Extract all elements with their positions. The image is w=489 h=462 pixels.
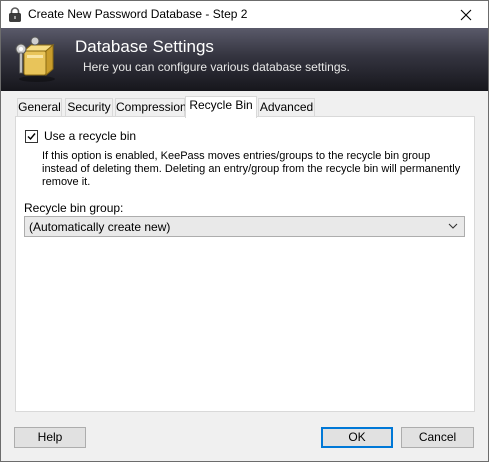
header-banner: Database Settings Here you can configure… (1, 28, 488, 91)
recycle-bin-description: If this option is enabled, KeePass moves… (42, 150, 461, 188)
tab-general[interactable]: General (17, 98, 62, 117)
banner-subtitle: Here you can configure various database … (83, 60, 350, 74)
recycle-bin-group-label: Recycle bin group: (24, 201, 124, 215)
dialog-window: Create New Password Database - Step 2 Da… (0, 0, 489, 462)
ok-button[interactable]: OK (321, 427, 393, 448)
recycle-bin-panel: Use a recycle bin If this option is enab… (15, 116, 475, 412)
recycle-bin-group-select[interactable]: (Automatically create new) (24, 216, 465, 237)
tab-security[interactable]: Security (65, 98, 113, 117)
window-title: Create New Password Database - Step 2 (28, 7, 248, 21)
padlock-icon (9, 7, 21, 22)
tab-advanced[interactable]: Advanced (258, 98, 315, 117)
cancel-button[interactable]: Cancel (401, 427, 474, 448)
title-bar: Create New Password Database - Step 2 (1, 1, 488, 28)
close-button[interactable] (443, 1, 488, 28)
chevron-down-icon (448, 223, 458, 229)
recycle-bin-group-value: (Automatically create new) (29, 219, 171, 234)
close-icon (460, 9, 471, 20)
help-button[interactable]: Help (14, 427, 86, 448)
use-recycle-bin-label: Use a recycle bin (44, 129, 137, 143)
use-recycle-bin-checkbox[interactable] (25, 129, 38, 143)
tab-recycle-bin[interactable]: Recycle Bin (185, 96, 257, 118)
tab-compression[interactable]: Compression (115, 98, 187, 117)
use-recycle-bin-option[interactable]: Use a recycle bin (25, 129, 136, 143)
banner-title: Database Settings (75, 37, 214, 56)
checkmark-icon (27, 132, 36, 140)
database-settings-icon (15, 36, 55, 82)
